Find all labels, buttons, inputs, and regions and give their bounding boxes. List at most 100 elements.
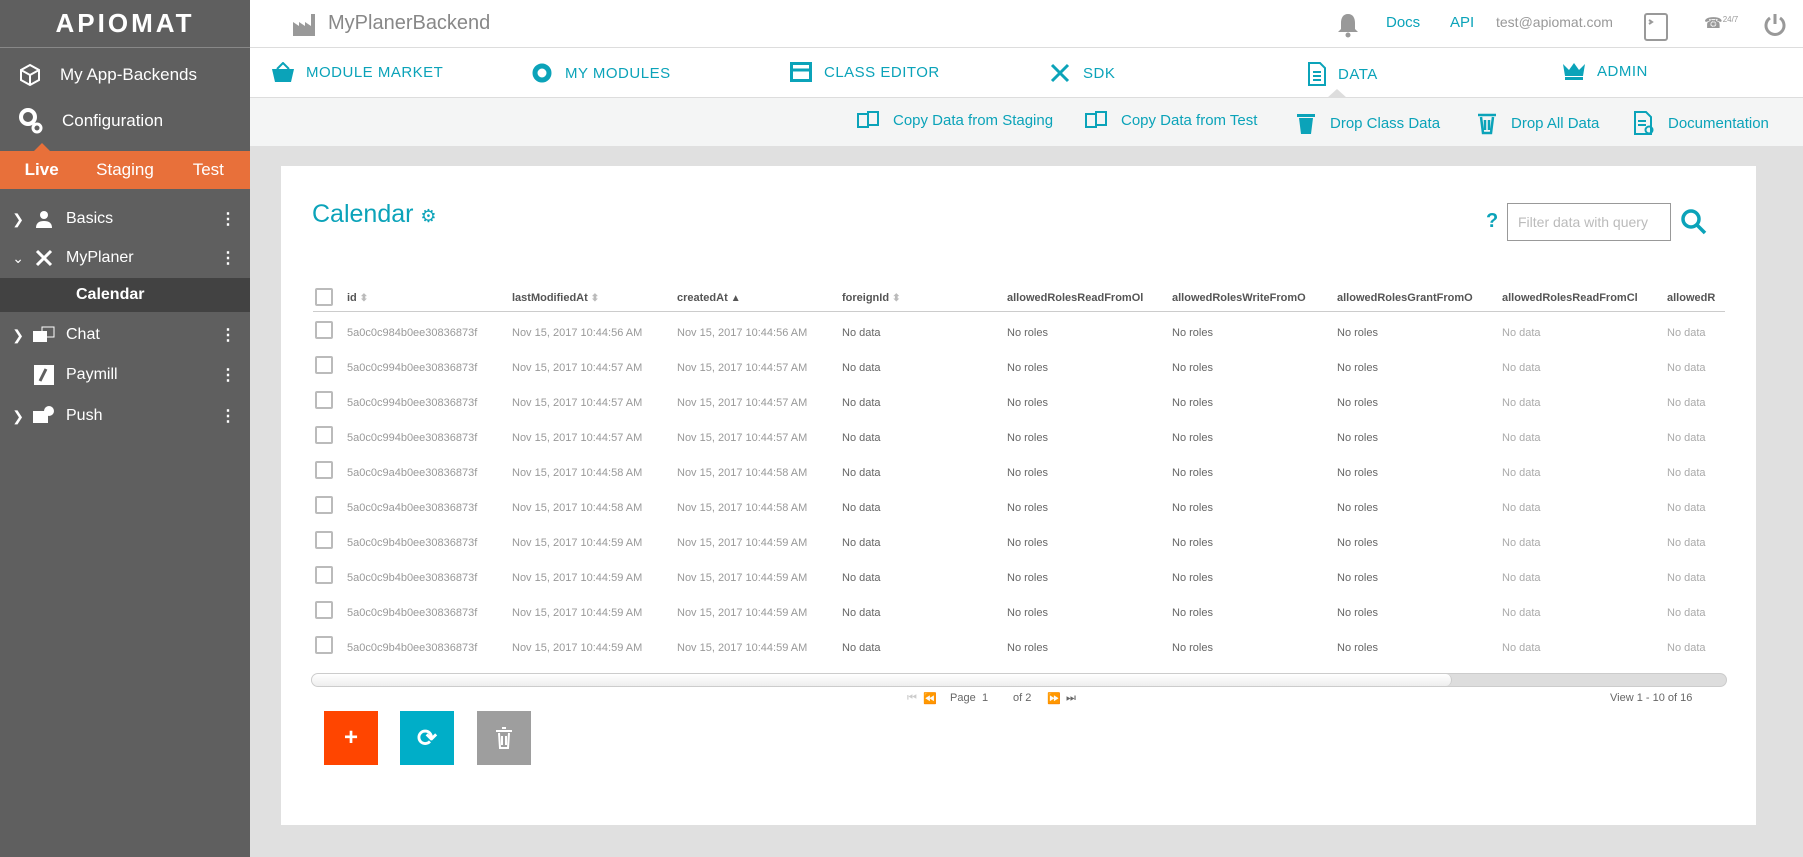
env-tab-staging[interactable]: Staging xyxy=(83,160,166,180)
cell-id[interactable]: 5a0c0c994b0ee30836873f xyxy=(347,397,502,409)
cell-foreignId[interactable]: No data xyxy=(842,362,997,374)
refresh-button[interactable]: ⟳ xyxy=(400,711,454,765)
cell-allowedRolesWriteFromO[interactable]: No roles xyxy=(1172,502,1327,514)
cell-allowedR[interactable]: No data xyxy=(1667,327,1803,339)
cell-foreignId[interactable]: No data xyxy=(842,642,997,654)
cell-allowedRolesWriteFromO[interactable]: No roles xyxy=(1172,362,1327,374)
nav-data[interactable]: DATA xyxy=(1308,62,1378,86)
docs-link[interactable]: Docs xyxy=(1386,14,1420,31)
cell-allowedRolesReadFromOl[interactable]: No roles xyxy=(1007,502,1162,514)
cell-id[interactable]: 5a0c0c9a4b0ee30836873f xyxy=(347,502,502,514)
cell-allowedRolesGrantFromO[interactable]: No roles xyxy=(1337,572,1492,584)
cell-allowedRolesReadFromOl[interactable]: No roles xyxy=(1007,642,1162,654)
nav-module-market[interactable]: MODULE MARKET xyxy=(272,62,443,82)
cell-allowedR[interactable]: No data xyxy=(1667,607,1803,619)
cell-id[interactable]: 5a0c0c994b0ee30836873f xyxy=(347,362,502,374)
sort-icon[interactable]: ▲ xyxy=(731,293,741,304)
cell-allowedRolesGrantFromO[interactable]: No roles xyxy=(1337,642,1492,654)
column-header-foreignId[interactable]: foreignId ⬍ xyxy=(842,292,1002,304)
row-checkbox[interactable] xyxy=(315,461,333,479)
cell-allowedR[interactable]: No data xyxy=(1667,502,1803,514)
query-help-icon[interactable]: ? xyxy=(1486,210,1498,233)
cell-allowedRolesReadFromOl[interactable]: No roles xyxy=(1007,572,1162,584)
cell-id[interactable]: 5a0c0c9a4b0ee30836873f xyxy=(347,467,502,479)
phone-icon[interactable]: ☎24/7 xyxy=(1704,14,1738,32)
cell-id[interactable]: 5a0c0c9b4b0ee30836873f xyxy=(347,642,502,654)
cell-foreignId[interactable]: No data xyxy=(842,502,997,514)
cell-allowedRolesWriteFromO[interactable]: No roles xyxy=(1172,467,1327,479)
env-tab-test[interactable]: Test xyxy=(167,160,250,180)
cell-lastModifiedAt[interactable]: Nov 15, 2017 10:44:57 AM xyxy=(512,432,667,444)
cell-allowedRolesGrantFromO[interactable]: No roles xyxy=(1337,502,1492,514)
cell-allowedRolesReadFromCl[interactable]: No data xyxy=(1502,607,1657,619)
cell-allowedRolesReadFromCl[interactable]: No data xyxy=(1502,432,1657,444)
cell-allowedRolesReadFromOl[interactable]: No roles xyxy=(1007,537,1162,549)
cell-id[interactable]: 5a0c0c9b4b0ee30836873f xyxy=(347,607,502,619)
column-header-lastModifiedAt[interactable]: lastModifiedAt ⬍ xyxy=(512,292,672,304)
more-icon[interactable]: ⋮ xyxy=(220,248,236,268)
row-checkbox[interactable] xyxy=(315,531,333,549)
add-object-button[interactable]: + xyxy=(324,711,378,765)
cell-createdAt[interactable]: Nov 15, 2017 10:44:59 AM xyxy=(677,642,832,654)
cell-allowedRolesGrantFromO[interactable]: No roles xyxy=(1337,432,1492,444)
cell-id[interactable]: 5a0c0c9b4b0ee30836873f xyxy=(347,572,502,584)
row-checkbox[interactable] xyxy=(315,426,333,444)
documentation-button[interactable]: Documentation xyxy=(1634,111,1769,135)
column-header-allowedRolesGrantFromO[interactable]: allowedRolesGrantFromO xyxy=(1337,292,1497,304)
table-row[interactable]: 5a0c0c994b0ee30836873f Nov 15, 2017 10:44… xyxy=(313,353,1725,388)
column-header-createdAt[interactable]: createdAt ▲ xyxy=(677,292,837,304)
delete-selected-button[interactable] xyxy=(477,711,531,765)
terminal-icon[interactable] xyxy=(1644,13,1668,41)
cell-allowedRolesWriteFromO[interactable]: No roles xyxy=(1172,432,1327,444)
bell-icon[interactable] xyxy=(1335,12,1361,38)
sort-icon[interactable]: ⬍ xyxy=(360,293,368,304)
cell-allowedR[interactable]: No data xyxy=(1667,397,1803,409)
cell-lastModifiedAt[interactable]: Nov 15, 2017 10:44:57 AM xyxy=(512,362,667,374)
cell-allowedRolesReadFromCl[interactable]: No data xyxy=(1502,502,1657,514)
row-checkbox[interactable] xyxy=(315,601,333,619)
cell-allowedRolesReadFromCl[interactable]: No data xyxy=(1502,642,1657,654)
cell-allowedRolesReadFromCl[interactable]: No data xyxy=(1502,572,1657,584)
search-icon[interactable] xyxy=(1680,208,1708,236)
cell-allowedRolesReadFromOl[interactable]: No roles xyxy=(1007,467,1162,479)
row-checkbox[interactable] xyxy=(315,391,333,409)
nav-class-editor[interactable]: CLASS EDITOR xyxy=(790,62,940,82)
row-checkbox[interactable] xyxy=(315,321,333,339)
cell-lastModifiedAt[interactable]: Nov 15, 2017 10:44:59 AM xyxy=(512,537,667,549)
nav-sdk[interactable]: SDK xyxy=(1049,62,1115,84)
cell-lastModifiedAt[interactable]: Nov 15, 2017 10:44:58 AM xyxy=(512,502,667,514)
page-number[interactable]: 1 xyxy=(982,692,988,704)
more-icon[interactable]: ⋮ xyxy=(220,406,236,426)
scrollbar-thumb[interactable] xyxy=(312,674,1452,686)
cell-allowedRolesWriteFromO[interactable]: No roles xyxy=(1172,572,1327,584)
cell-createdAt[interactable]: Nov 15, 2017 10:44:58 AM xyxy=(677,502,832,514)
chevron-right-icon[interactable]: ❯ xyxy=(0,211,30,228)
cell-allowedRolesWriteFromO[interactable]: No roles xyxy=(1172,397,1327,409)
table-row[interactable]: 5a0c0c9b4b0ee30836873f Nov 15, 2017 10:44… xyxy=(313,598,1725,633)
first-page-icon[interactable]: ⏮ xyxy=(907,692,917,705)
cell-allowedRolesWriteFromO[interactable]: No roles xyxy=(1172,327,1327,339)
row-checkbox[interactable] xyxy=(315,356,333,374)
cell-createdAt[interactable]: Nov 15, 2017 10:44:58 AM xyxy=(677,467,832,479)
tree-item-myplaner[interactable]: ⌄ MyPlaner ⋮ xyxy=(0,241,250,275)
cell-createdAt[interactable]: Nov 15, 2017 10:44:57 AM xyxy=(677,432,832,444)
drop-all-data-button[interactable]: Drop All Data xyxy=(1477,111,1599,135)
cell-createdAt[interactable]: Nov 15, 2017 10:44:56 AM xyxy=(677,327,832,339)
cell-allowedRolesWriteFromO[interactable]: No roles xyxy=(1172,537,1327,549)
cell-foreignId[interactable]: No data xyxy=(842,537,997,549)
cell-allowedRolesReadFromCl[interactable]: No data xyxy=(1502,362,1657,374)
env-tab-live[interactable]: Live xyxy=(0,160,83,180)
table-row[interactable]: 5a0c0c994b0ee30836873f Nov 15, 2017 10:44… xyxy=(313,423,1725,458)
select-all-checkbox[interactable] xyxy=(315,288,333,306)
cell-allowedRolesReadFromOl[interactable]: No roles xyxy=(1007,327,1162,339)
cell-allowedRolesReadFromCl[interactable]: No data xyxy=(1502,537,1657,549)
user-email[interactable]: test@apiomat.com xyxy=(1496,14,1613,30)
drop-class-data-button[interactable]: Drop Class Data xyxy=(1296,111,1440,135)
cell-id[interactable]: 5a0c0c994b0ee30836873f xyxy=(347,432,502,444)
nav-my-modules[interactable]: MY MODULES xyxy=(531,62,671,84)
tree-item-paymill[interactable]: Paymill ⋮ xyxy=(0,358,250,392)
sort-icon[interactable]: ⬍ xyxy=(892,293,900,304)
cell-allowedRolesReadFromCl[interactable]: No data xyxy=(1502,467,1657,479)
cell-allowedRolesReadFromOl[interactable]: No roles xyxy=(1007,607,1162,619)
cell-allowedRolesGrantFromO[interactable]: No roles xyxy=(1337,467,1492,479)
